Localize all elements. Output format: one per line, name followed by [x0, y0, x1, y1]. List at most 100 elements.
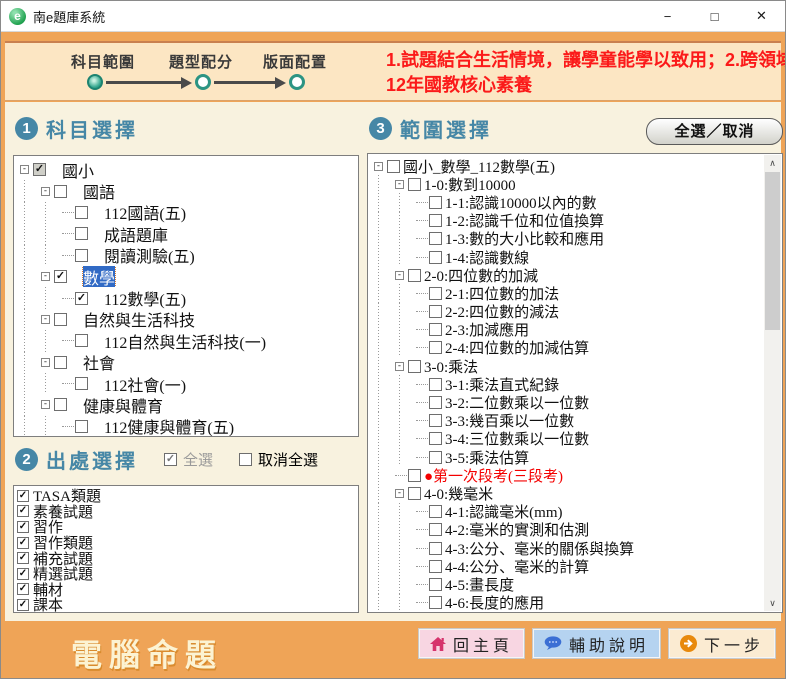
- tree-item-label[interactable]: 成語題庫: [104, 223, 168, 244]
- tree-item-label[interactable]: 112國語(五): [104, 202, 186, 223]
- tree-checkbox[interactable]: [429, 560, 442, 573]
- tree-checkbox[interactable]: [54, 398, 67, 411]
- tree-checkbox[interactable]: [429, 341, 442, 354]
- scrollbar-thumb[interactable]: [765, 172, 780, 330]
- tree-item-label[interactable]: 2-0:四位數的加減: [424, 266, 538, 284]
- tree-checkbox[interactable]: [429, 432, 442, 445]
- deselect-all-checkbox[interactable]: [239, 453, 252, 466]
- tree-item-label[interactable]: 3-5:乘法估算: [445, 448, 529, 466]
- list-item-checkbox[interactable]: ✓: [17, 599, 29, 611]
- tree-item-label[interactable]: 4-5:畫長度: [445, 575, 514, 593]
- tree-checkbox[interactable]: [408, 360, 421, 373]
- deselect-all-checkbox-group[interactable]: 取消全選: [239, 449, 318, 470]
- tree-checkbox[interactable]: [408, 178, 421, 191]
- tree-row[interactable]: 112社會(一): [20, 373, 358, 394]
- tree-row[interactable]: -4-0:幾毫米: [374, 484, 764, 502]
- list-item-checkbox[interactable]: ✓: [17, 505, 29, 517]
- tree-row[interactable]: -自然與生活科技: [20, 309, 358, 330]
- tree-checkbox[interactable]: [408, 269, 421, 282]
- tree-checkbox[interactable]: [75, 377, 88, 390]
- tree-row[interactable]: 1-2:認識千位和位值換算: [374, 212, 764, 230]
- tree-item-label[interactable]: 112健康與體育(五): [104, 416, 234, 437]
- tree-checkbox[interactable]: [429, 214, 442, 227]
- tree-row[interactable]: 112自然與生活科技(一): [20, 330, 358, 351]
- tree-row[interactable]: -社會: [20, 352, 358, 373]
- tree-checkbox[interactable]: [429, 505, 442, 518]
- list-item-checkbox[interactable]: ✓: [17, 552, 29, 564]
- list-item[interactable]: ✓精選試題: [17, 566, 358, 582]
- tree-row[interactable]: 3-2:二位數乘以一位數: [374, 393, 764, 411]
- tree-row[interactable]: 4-4:公分、毫米的計算: [374, 557, 764, 575]
- tree-item-label[interactable]: ●第一次段考(三段考): [424, 466, 563, 484]
- tree-row[interactable]: ✓ 112數學(五): [20, 287, 358, 308]
- tree-row[interactable]: 2-2:四位數的減法: [374, 303, 764, 321]
- tree-row[interactable]: - 2-0:四位數的加減: [374, 266, 764, 284]
- tree-item-label[interactable]: 國小: [62, 159, 94, 180]
- tree-checkbox[interactable]: [75, 249, 88, 262]
- list-item[interactable]: ✓課本: [17, 597, 358, 613]
- tree-checkbox[interactable]: [54, 185, 67, 198]
- home-button[interactable]: 回主頁: [419, 629, 524, 658]
- tree-checkbox[interactable]: [75, 227, 88, 240]
- tree-row[interactable]: 1-1:認識10000以內的數: [374, 193, 764, 211]
- tree-collapse-icon[interactable]: -: [395, 271, 404, 280]
- tree-checkbox[interactable]: [429, 251, 442, 264]
- tree-checkbox[interactable]: ✓: [54, 270, 67, 283]
- tree-item-label[interactable]: 2-1:四位數的加法: [445, 284, 559, 302]
- tree-row[interactable]: 4-1:認識毫米(mm): [374, 503, 764, 521]
- tree-collapse-icon[interactable]: -: [41, 315, 50, 324]
- tree-checkbox[interactable]: [75, 206, 88, 219]
- tree-row[interactable]: 4-5:畫長度: [374, 575, 764, 593]
- tree-row[interactable]: 2-4:四位數的加減估算: [374, 339, 764, 357]
- tree-item-label[interactable]: 數學: [83, 266, 115, 287]
- tree-checkbox[interactable]: [429, 578, 442, 591]
- tree-item-label[interactable]: 國語: [83, 180, 115, 201]
- scrollbar[interactable]: ∧ ∨: [764, 155, 781, 611]
- tree-row[interactable]: - 國語: [20, 180, 358, 201]
- tree-collapse-icon[interactable]: -: [395, 362, 404, 371]
- tree-checkbox[interactable]: [429, 232, 442, 245]
- tree-item-label[interactable]: 4-3:公分、毫米的關係與換算: [445, 539, 634, 557]
- tree-collapse-icon[interactable]: -: [41, 272, 50, 281]
- tree-row[interactable]: 1-4:認識數線: [374, 248, 764, 266]
- tree-checkbox[interactable]: ✓: [75, 292, 88, 305]
- tree-row[interactable]: 2-1:四位數的加法: [374, 284, 764, 302]
- tree-checkbox[interactable]: [54, 356, 67, 369]
- minimize-icon[interactable]: −: [644, 1, 691, 31]
- tree-collapse-icon[interactable]: -: [41, 187, 50, 196]
- tree-item-label[interactable]: 1-4:認識數線: [445, 248, 529, 266]
- tree-item-label[interactable]: 閱讀測驗(五): [104, 245, 195, 266]
- tree-checkbox[interactable]: [408, 469, 421, 482]
- tree-checkbox[interactable]: [429, 305, 442, 318]
- tree-item-label[interactable]: 1-0:數到10000: [424, 175, 516, 193]
- tree-checkbox[interactable]: [387, 160, 400, 173]
- tree-row[interactable]: 成語題庫: [20, 223, 358, 244]
- tree-item-label[interactable]: 2-2:四位數的減法: [445, 303, 559, 321]
- tree-item-label[interactable]: 1-2:認識千位和位值換算: [445, 212, 604, 230]
- tree-checkbox[interactable]: ✓: [33, 163, 46, 176]
- tree-checkbox[interactable]: [429, 414, 442, 427]
- tree-checkbox[interactable]: [429, 323, 442, 336]
- tree-checkbox[interactable]: [429, 596, 442, 609]
- tree-item-label[interactable]: 1-3:數的大小比較和應用: [445, 230, 604, 248]
- tree-row[interactable]: ●第一次段考(三段考): [374, 466, 764, 484]
- tree-item-label[interactable]: 1-1:認識10000以內的數: [445, 193, 597, 211]
- tree-collapse-icon[interactable]: -: [41, 358, 50, 367]
- tree-row[interactable]: 3-5:乘法估算: [374, 448, 764, 466]
- tree-checkbox[interactable]: [429, 396, 442, 409]
- tree-item-label[interactable]: 3-2:二位數乘以一位數: [445, 393, 589, 411]
- tree-checkbox[interactable]: [429, 196, 442, 209]
- tree-row[interactable]: -健康與體育: [20, 394, 358, 415]
- tree-row[interactable]: 2-3:加減應用: [374, 321, 764, 339]
- tree-checkbox[interactable]: [429, 542, 442, 555]
- tree-row[interactable]: 112健康與體育(五): [20, 416, 358, 437]
- tree-collapse-icon[interactable]: -: [41, 400, 50, 409]
- tree-item-label[interactable]: 4-6:長度的應用: [445, 594, 544, 612]
- tree-item-label[interactable]: 3-1:乘法直式紀錄: [445, 375, 559, 393]
- tree-item-label[interactable]: 2-3:加減應用: [445, 321, 529, 339]
- list-item[interactable]: ✓素養試題: [17, 504, 358, 520]
- select-all-checkbox-group[interactable]: ✓ 全選: [164, 449, 213, 470]
- tree-checkbox[interactable]: [429, 523, 442, 536]
- tree-item-label[interactable]: 112數學(五): [104, 287, 186, 308]
- tree-checkbox[interactable]: [75, 334, 88, 347]
